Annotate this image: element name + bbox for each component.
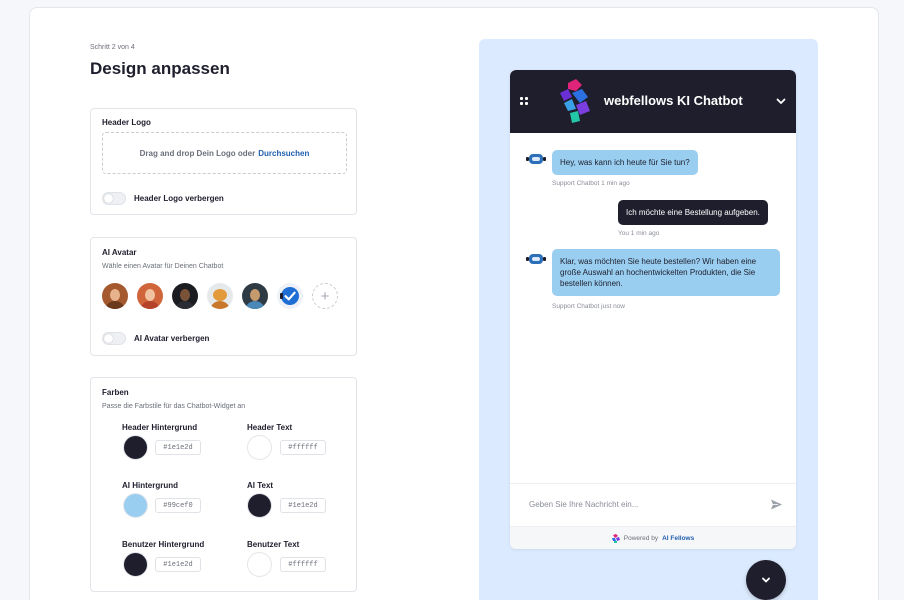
avatar-option-3[interactable]	[172, 283, 198, 309]
message-meta: You 1 min ago	[618, 230, 660, 237]
user-text-hex[interactable]: #ffffff	[280, 557, 326, 572]
logo-dropzone[interactable]: Drag and drop Dein Logo oder Durchsuchen	[102, 132, 347, 174]
chevron-down-icon[interactable]	[775, 95, 787, 107]
hide-header-logo-toggle[interactable]	[102, 192, 126, 205]
user-bg-color: Benutzer Hintergrund #1e1e2d	[122, 540, 232, 577]
header-logo-card: Header Logo Drag and drop Dein Logo oder…	[90, 108, 357, 215]
ai-bg-hex[interactable]: #99cef0	[155, 498, 201, 513]
ai-avatar-card: AI Avatar Wähle einen Avatar für Deinen …	[90, 237, 357, 356]
hide-header-logo-label: Header Logo verbergen	[134, 194, 224, 203]
hide-header-logo-row: Header Logo verbergen	[102, 192, 224, 205]
colors-subtitle: Passe die Farbstile für das Chatbot-Widg…	[102, 403, 246, 410]
send-icon[interactable]	[770, 498, 783, 511]
avatar-list: +	[102, 283, 338, 309]
ai-text-hex[interactable]: #1e1e2d	[280, 498, 326, 513]
header-bg-swatch[interactable]	[123, 435, 148, 460]
header-bg-hex[interactable]: #1e1e2d	[155, 440, 201, 455]
grid-menu-icon[interactable]	[520, 97, 529, 106]
plus-icon: +	[320, 287, 330, 305]
user-bg-hex[interactable]: #1e1e2d	[155, 557, 201, 572]
avatar-option-6[interactable]	[277, 283, 303, 309]
page-title: Design anpassen	[90, 59, 230, 78]
chat-toggle-button[interactable]	[746, 560, 786, 600]
colors-title: Farben	[102, 388, 129, 397]
hide-ai-avatar-toggle[interactable]	[102, 332, 126, 345]
dropzone-text: Drag and drop Dein Logo oder	[139, 148, 256, 158]
user-text-swatch[interactable]	[247, 552, 272, 577]
ai-bg-swatch[interactable]	[123, 493, 148, 518]
message-bubble-user: Ich möchte eine Bestellung aufgeben.	[618, 200, 768, 225]
avatar-option-5[interactable]	[242, 283, 268, 309]
header-logo-title: Header Logo	[102, 118, 151, 127]
message-meta: Support Chatbot 1 min ago	[552, 180, 630, 187]
chevron-down-icon	[762, 577, 770, 583]
ai-text-swatch[interactable]	[247, 493, 272, 518]
powered-by-prefix: Powered by	[623, 534, 659, 542]
colors-card: Farben Passe die Farbstile für das Chatb…	[90, 377, 357, 592]
hide-ai-avatar-row: AI Avatar verbergen	[102, 332, 209, 345]
chat-widget-preview: webfellows KI Chatbot Hey, was kann ich …	[510, 70, 796, 549]
user-bg-swatch[interactable]	[123, 552, 148, 577]
browse-link[interactable]: Durchsuchen	[258, 149, 309, 158]
header-bg-color: Header Hintergrund #1e1e2d	[122, 423, 232, 460]
bot-avatar-icon	[526, 254, 546, 264]
message-meta: Support Chatbot just now	[552, 303, 625, 310]
bot-logo-icon	[560, 79, 590, 123]
chat-header: webfellows KI Chatbot	[510, 70, 796, 133]
hide-ai-avatar-label: AI Avatar verbergen	[134, 334, 210, 343]
header-text-swatch[interactable]	[247, 435, 272, 460]
powered-by-brand[interactable]: AI Fellows	[662, 535, 694, 542]
ai-text-color: AI Text #1e1e2d	[247, 481, 357, 518]
add-avatar-button[interactable]: +	[312, 283, 338, 309]
message-bubble-ai: Klar, was möchten Sie heute bestellen? W…	[552, 249, 780, 296]
avatar-option-4[interactable]	[207, 283, 233, 309]
header-text-color: Header Text #ffffff	[247, 423, 357, 460]
ai-fellows-logo-icon	[611, 533, 620, 543]
chat-title: webfellows KI Chatbot	[604, 93, 743, 108]
header-text-hex[interactable]: #ffffff	[280, 440, 326, 455]
ai-avatar-title: AI Avatar	[102, 248, 137, 257]
message-bubble-ai: Hey, was kann ich heute für Sie tun?	[552, 150, 698, 175]
check-badge-icon	[280, 287, 299, 305]
avatar-option-2[interactable]	[137, 283, 163, 309]
avatar-option-1[interactable]	[102, 283, 128, 309]
ai-avatar-subtitle: Wähle einen Avatar für Deinen Chatbot	[102, 263, 224, 270]
message-input[interactable]: Geben Sie Ihre Nachricht ein...	[529, 500, 638, 509]
powered-by-footer: Powered by AI Fellows	[510, 526, 796, 549]
bot-avatar-icon	[526, 154, 546, 164]
message-input-area: Geben Sie Ihre Nachricht ein...	[510, 483, 796, 526]
user-text-color: Benutzer Text #ffffff	[247, 540, 357, 577]
step-indicator: Schritt 2 von 4	[90, 44, 135, 51]
ai-bg-color: AI Hintergrund #99cef0	[122, 481, 232, 518]
